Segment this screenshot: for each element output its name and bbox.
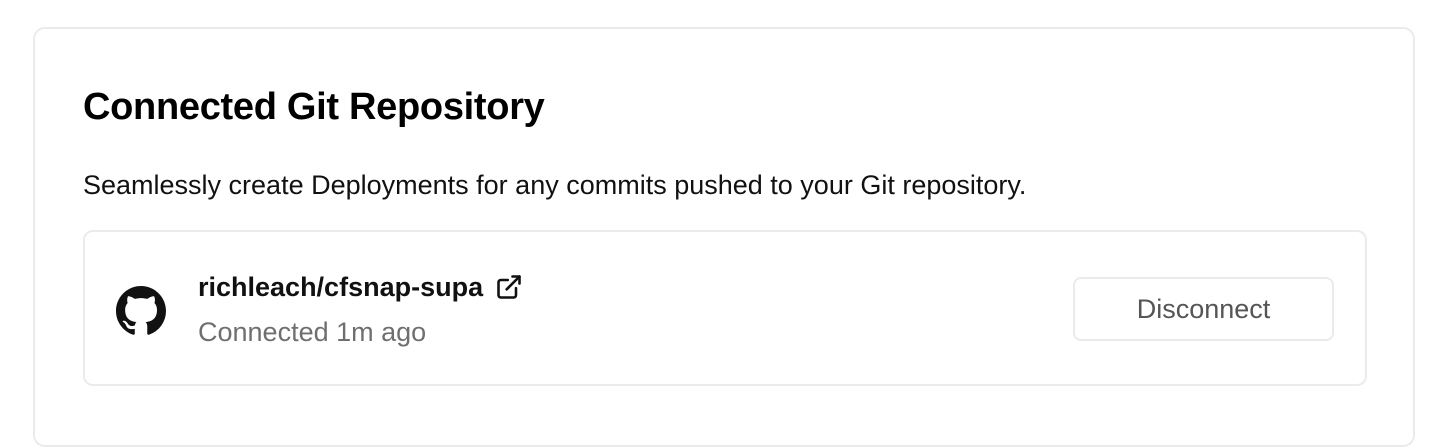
- github-icon: [116, 286, 166, 336]
- card-title: Connected Git Repository: [83, 86, 545, 128]
- connection-status: Connected 1m ago: [198, 317, 427, 347]
- card-description: Seamlessly create Deployments for any co…: [83, 170, 1027, 200]
- repository-link-row: richleach/cfsnap-supa: [198, 270, 523, 304]
- repository-name-link[interactable]: richleach/cfsnap-supa: [198, 270, 483, 304]
- disconnect-button[interactable]: Disconnect: [1073, 277, 1334, 341]
- git-repository-card: Connected Git Repository Seamlessly crea…: [33, 27, 1415, 447]
- connected-repository: richleach/cfsnap-supa Connected 1m ago D…: [83, 230, 1367, 386]
- external-link-icon[interactable]: [495, 273, 523, 301]
